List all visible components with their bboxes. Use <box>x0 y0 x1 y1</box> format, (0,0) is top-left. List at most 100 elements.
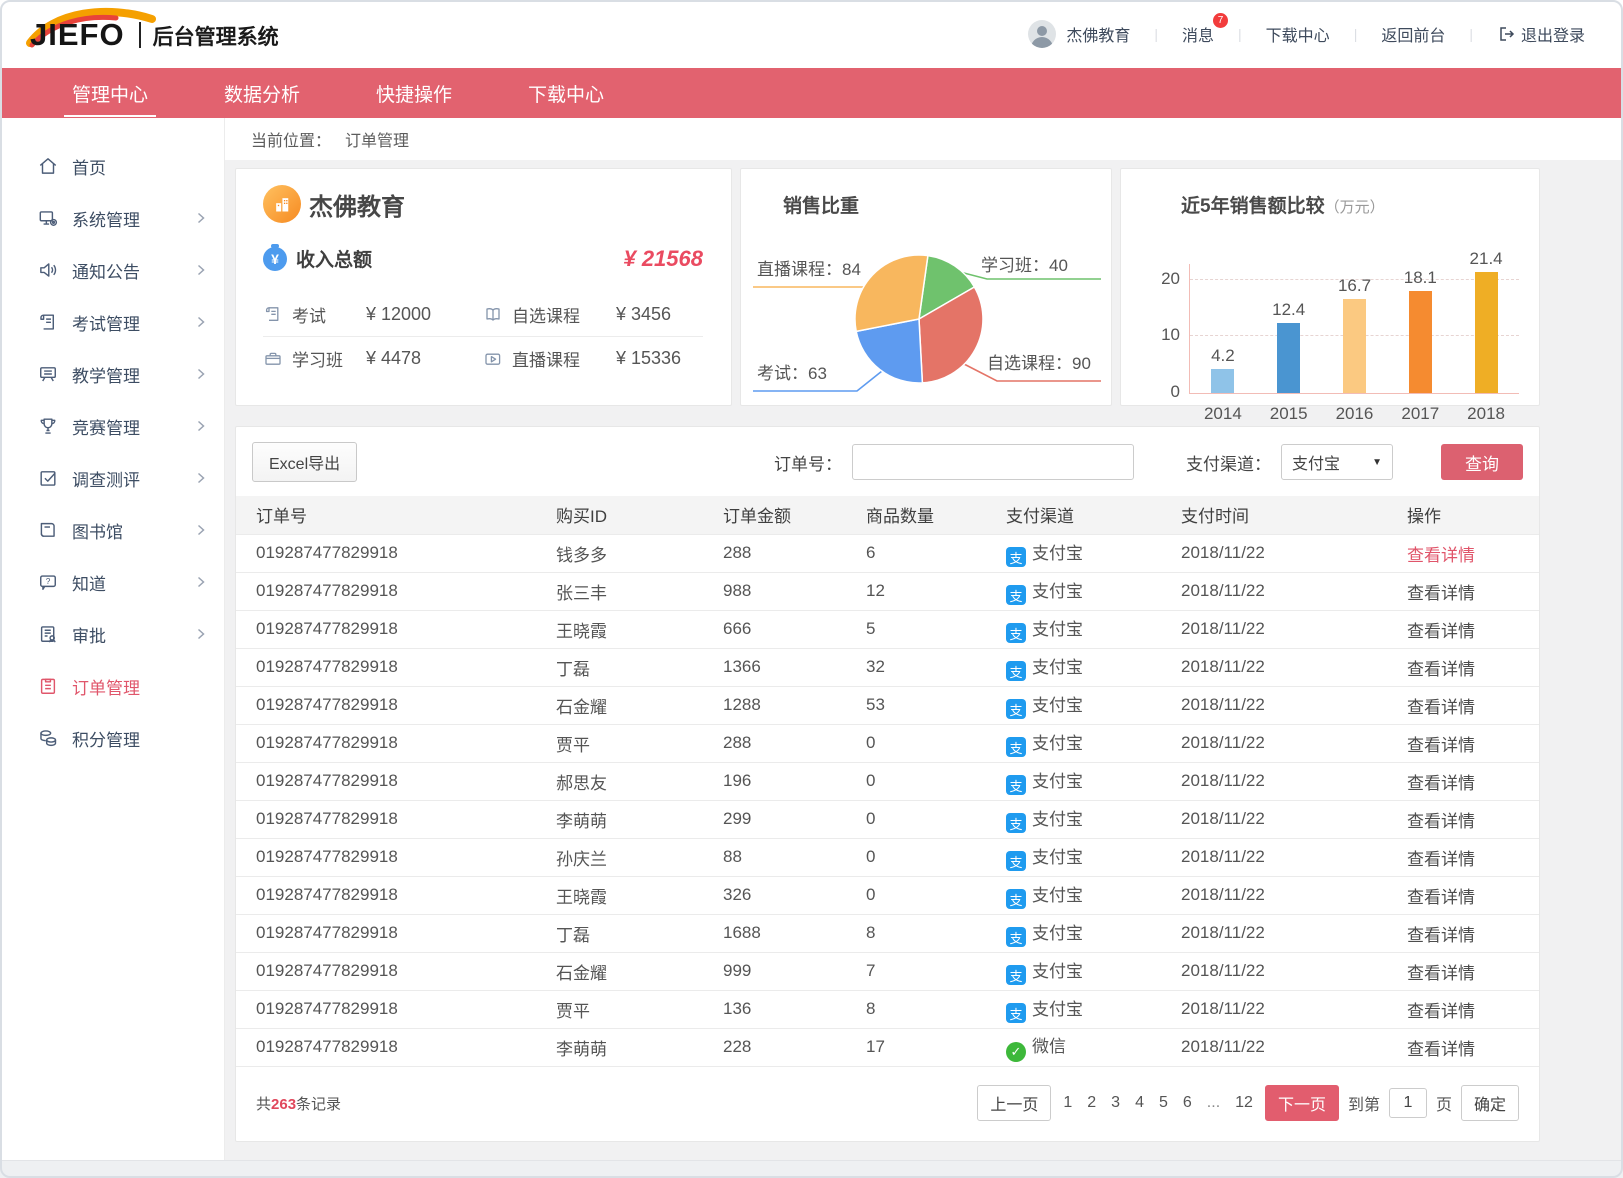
page-number[interactable]: 12 <box>1232 1094 1256 1112</box>
cell-order-no: 019287477829918 <box>236 610 556 648</box>
sidebar-item-exam[interactable]: 考试管理 <box>0 296 224 348</box>
cell-pay-time: 2018/11/22 <box>1181 724 1407 762</box>
cell-pay-time: 2018/11/22 <box>1181 990 1407 1028</box>
cell-channel: 支支付宝 <box>1006 800 1181 838</box>
chevron-right-icon <box>196 472 206 484</box>
messages-link[interactable]: 消息 7 <box>1182 22 1214 46</box>
download-label: 下载中心 <box>1266 22 1330 46</box>
bar-rect <box>1409 291 1432 393</box>
sidebar-item-know[interactable]: ? 知道 <box>0 556 224 608</box>
pay-channel-select[interactable]: 支付宝 ▼ <box>1281 444 1393 480</box>
logout-link[interactable]: 退出登录 <box>1497 22 1585 46</box>
page-number[interactable]: 5 <box>1156 1094 1171 1112</box>
cell-order-no: 019287477829918 <box>236 990 556 1028</box>
goto-suffix: 页 <box>1436 1091 1452 1115</box>
cell-buyer-id: 石金耀 <box>556 686 723 724</box>
alipay-icon: 支 <box>1006 661 1026 681</box>
view-detail-link[interactable]: 查看详情 <box>1407 736 1475 755</box>
sidebar-item-system[interactable]: 系统管理 <box>0 192 224 244</box>
order-no-label: 订单号： <box>774 450 842 475</box>
tab-data-analysis[interactable]: 数据分析 <box>222 72 302 115</box>
excel-export-button[interactable]: Excel导出 <box>252 442 357 482</box>
prev-page-button[interactable]: 上一页 <box>977 1085 1051 1121</box>
cell-order-no: 019287477829918 <box>236 762 556 800</box>
cell-channel: 支支付宝 <box>1006 952 1181 990</box>
chevron-right-icon <box>196 420 206 432</box>
back-to-front-link[interactable]: 返回前台 <box>1381 22 1445 46</box>
page-number[interactable]: 3 <box>1108 1094 1123 1112</box>
cell-amount: 288 <box>723 724 866 762</box>
sidebar-item-library[interactable]: 图书馆 <box>0 504 224 556</box>
sidebar-item-approval[interactable]: 审批 <box>0 608 224 660</box>
view-detail-link[interactable]: 查看详情 <box>1407 850 1475 869</box>
cell-order-no: 019287477829918 <box>236 838 556 876</box>
channel-name: 支付宝 <box>1032 772 1083 791</box>
view-detail-link[interactable]: 查看详情 <box>1407 1002 1475 1021</box>
bar-value-label: 12.4 <box>1272 300 1305 320</box>
download-center-link[interactable]: 下载中心 <box>1266 22 1330 46</box>
sidebar-item-survey[interactable]: 调查测评 <box>0 452 224 504</box>
cell-channel: 支支付宝 <box>1006 724 1181 762</box>
sidebar-item-orders[interactable]: 订单管理 <box>0 660 224 712</box>
confirm-button[interactable]: 确定 <box>1461 1085 1519 1121</box>
page-number[interactable]: 1 <box>1060 1094 1075 1112</box>
channel-name: 支付宝 <box>1032 620 1083 639</box>
chevron-right-icon <box>196 316 206 328</box>
cell-channel: 支支付宝 <box>1006 876 1181 914</box>
revenue-item-label: 自选课程 <box>512 302 616 327</box>
bar-rect <box>1475 272 1498 393</box>
order-no-input[interactable] <box>852 444 1134 480</box>
view-detail-link[interactable]: 查看详情 <box>1407 888 1475 907</box>
logo-text: JIEFO <box>30 19 125 50</box>
cell-amount: 326 <box>723 876 866 914</box>
alipay-icon: 支 <box>1006 965 1026 985</box>
user-menu[interactable]: 杰佛教育 <box>1028 20 1130 48</box>
view-detail-link[interactable]: 查看详情 <box>1407 926 1475 945</box>
cell-pay-time: 2018/11/22 <box>1181 572 1407 610</box>
view-detail-link[interactable]: 查看详情 <box>1407 964 1475 983</box>
cell-action: 查看详情 <box>1407 534 1539 572</box>
bar-2017: 18.12017 <box>1398 268 1442 393</box>
tab-admin-center[interactable]: 管理中心 <box>70 72 150 115</box>
cell-action: 查看详情 <box>1407 686 1539 724</box>
goto-page-input[interactable] <box>1389 1088 1427 1118</box>
building-icon <box>263 185 301 223</box>
next-page-button[interactable]: 下一页 <box>1265 1085 1339 1121</box>
cell-qty: 17 <box>866 1028 1006 1066</box>
column-header: 商品数量 <box>866 496 1006 534</box>
view-detail-link[interactable]: 查看详情 <box>1407 546 1475 565</box>
cell-channel: 支支付宝 <box>1006 610 1181 648</box>
sales-bar-card: 近5年销售额比较（万元） 010204.2201412.4201516.7201… <box>1120 168 1540 406</box>
sidebar-item-notice[interactable]: 通知公告 <box>0 244 224 296</box>
page-number: ... <box>1204 1094 1223 1112</box>
sidebar-item-teaching[interactable]: 教学管理 <box>0 348 224 400</box>
view-detail-link[interactable]: 查看详情 <box>1407 774 1475 793</box>
column-header: 购买ID <box>556 496 723 534</box>
revenue-item-live: 直播课程 ¥ 15336 <box>483 346 703 371</box>
approval-doc-icon <box>37 623 59 645</box>
page-number[interactable]: 2 <box>1084 1094 1099 1112</box>
cell-pay-time: 2018/11/22 <box>1181 610 1407 648</box>
open-book-icon <box>483 304 503 324</box>
order-clipboard-icon <box>37 675 59 697</box>
view-detail-link[interactable]: 查看详情 <box>1407 660 1475 679</box>
pie-label-elective: 自选课程：90 <box>987 349 1091 374</box>
sidebar-item-home[interactable]: 首页 <box>0 140 224 192</box>
view-detail-link[interactable]: 查看详情 <box>1407 812 1475 831</box>
view-detail-link[interactable]: 查看详情 <box>1407 698 1475 717</box>
view-detail-link[interactable]: 查看详情 <box>1407 622 1475 641</box>
bar-rect <box>1211 369 1234 393</box>
pie-label-exam: 考试：63 <box>757 359 827 384</box>
page-number[interactable]: 6 <box>1180 1094 1195 1112</box>
page-number[interactable]: 4 <box>1132 1094 1147 1112</box>
cell-action: 查看详情 <box>1407 572 1539 610</box>
search-button[interactable]: 查询 <box>1441 444 1523 480</box>
tab-quick-actions[interactable]: 快捷操作 <box>374 72 454 115</box>
view-detail-link[interactable]: 查看详情 <box>1407 584 1475 603</box>
sidebar-item-points[interactable]: 积分管理 <box>0 712 224 764</box>
cell-action: 查看详情 <box>1407 724 1539 762</box>
tab-download-center[interactable]: 下载中心 <box>526 72 606 115</box>
view-detail-link[interactable]: 查看详情 <box>1407 1040 1475 1059</box>
revenue-item-label: 考试 <box>292 302 366 327</box>
sidebar-item-contest[interactable]: 竞赛管理 <box>0 400 224 452</box>
